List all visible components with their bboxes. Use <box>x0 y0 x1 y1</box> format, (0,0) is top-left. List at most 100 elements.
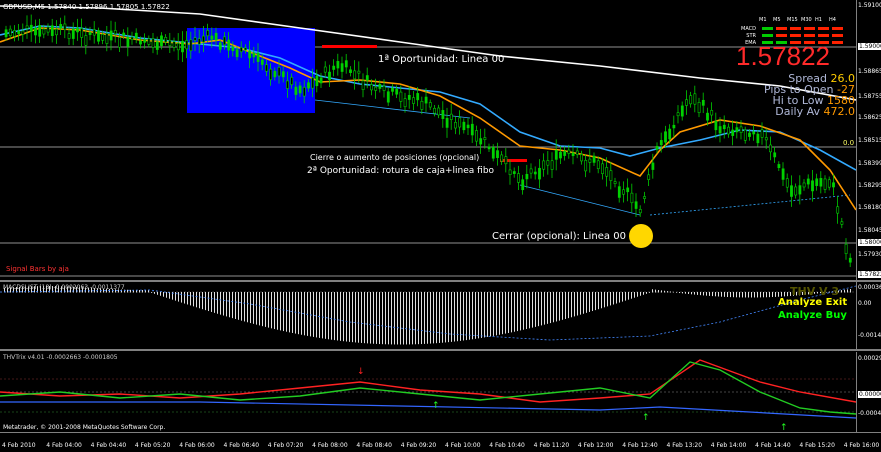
candle-body <box>655 145 659 150</box>
candle-body <box>50 25 54 36</box>
analyze-exit-label: Analyze Exit <box>778 297 848 308</box>
time-axis-label: 4 Feb 14:00 <box>710 442 747 449</box>
candle-body <box>517 173 520 183</box>
macd-bar <box>538 292 539 327</box>
macd-bar <box>625 292 626 301</box>
macd-bar <box>706 292 707 296</box>
macd-bar <box>412 292 413 345</box>
candle-body <box>319 77 323 84</box>
macd-bar <box>376 292 377 344</box>
main-chart-pane[interactable]: GBPUSD,M5 1.57840 1.57896 1.57805 1.5782… <box>0 0 881 280</box>
macd-bar <box>160 292 161 296</box>
macd-bar <box>427 292 428 344</box>
macd-bar <box>673 291 674 293</box>
macd-bar <box>394 292 395 345</box>
macd-bar <box>679 292 680 294</box>
macd-bar <box>550 292 551 324</box>
candle-body <box>63 23 67 30</box>
time-axis-label: 4 Feb 06:40 <box>223 442 260 449</box>
candle-body <box>147 38 151 45</box>
candle-body <box>193 37 197 41</box>
macd-bar <box>229 292 230 318</box>
candle-body <box>449 113 453 120</box>
candle-body <box>672 124 676 129</box>
macd-bar <box>487 292 488 337</box>
candle-body <box>29 24 33 32</box>
candle-body <box>353 70 357 80</box>
price-axis-label: -0.00149 <box>858 332 881 339</box>
macd-bar <box>199 292 200 309</box>
annotation-close-optional: Cerrar (opcional): Linea 00 <box>492 231 626 242</box>
candle-body <box>336 61 340 69</box>
macd-bar <box>850 289 851 293</box>
macd-bar <box>448 292 449 343</box>
candle-body <box>626 187 630 193</box>
price-axis[interactable]: 1.59100 1.59000 1.58865 1.58755 1.58625 1.585… <box>856 0 881 280</box>
macd-pane[interactable]: MACDSLIST (18) -0.0002063 -0.0011377 THV… <box>0 282 881 349</box>
macd-bar <box>436 292 437 344</box>
trix-lines[interactable]: ↓ ↑ ↑ ↑ <box>0 352 856 432</box>
time-axis[interactable]: 4 Feb 2010 4 Feb 04:00 4 Feb 04:40 4 Feb 05… <box>0 432 881 452</box>
macd-bar <box>565 292 566 319</box>
candle-body <box>403 98 407 108</box>
macd-bar <box>253 292 254 324</box>
macd-bar <box>571 292 572 318</box>
candle-body <box>172 41 176 48</box>
candle-body <box>168 39 172 46</box>
macd-bar <box>772 292 773 298</box>
candle-body <box>416 93 420 101</box>
candle-body <box>227 39 231 51</box>
timeframe-label: M30 <box>801 17 812 23</box>
macd-bar <box>775 292 776 297</box>
trix-pane[interactable]: ↓ ↑ ↑ ↑ THVTrix v4.01 -0.0002663 -0.0001805… <box>0 352 881 432</box>
price-axis-label: 1.58180 <box>858 204 881 211</box>
signal-row: STR <box>726 32 844 39</box>
macd-bar <box>286 292 287 332</box>
macd-bar <box>502 292 503 335</box>
macd-axis[interactable]: 0.00036 0.00 -0.00149 <box>856 282 881 349</box>
candle-body <box>386 91 390 103</box>
buy-arrow: ↑ <box>642 413 650 423</box>
macd-bar <box>238 292 239 320</box>
macd-bar <box>352 292 353 343</box>
macd-bar <box>583 292 584 314</box>
candle-body <box>84 35 88 46</box>
candle-body <box>840 221 844 225</box>
macd-bar <box>184 292 185 304</box>
macd-bar <box>634 292 635 298</box>
signal-marker-red <box>322 45 377 48</box>
candle-body <box>781 168 785 180</box>
macd-bar <box>748 292 749 298</box>
candle-body <box>718 126 722 134</box>
macd-bar <box>490 292 491 337</box>
macd-bar <box>382 292 383 345</box>
macd-bar <box>580 292 581 315</box>
signal-led <box>761 34 773 37</box>
candle-body <box>550 160 554 170</box>
macd-bar <box>613 292 614 305</box>
candle-body <box>676 112 680 117</box>
candle-body <box>680 105 684 117</box>
trix-axis[interactable]: 0.00029 0.00000 -0.00044 <box>856 352 881 432</box>
pane-separator[interactable] <box>0 349 881 351</box>
macd-bar <box>715 292 716 297</box>
candle-body <box>580 154 583 162</box>
candle-body <box>752 131 756 135</box>
timeframe-label: H1 <box>815 17 822 23</box>
candle-body <box>848 257 852 263</box>
macd-bar <box>130 289 131 293</box>
price-axis-label: 0.00029 <box>858 355 881 362</box>
macd-bar <box>616 292 617 304</box>
signal-marker-red <box>500 159 527 162</box>
macd-header: MACDSLIST (18) -0.0002063 -0.0011377 <box>3 284 125 291</box>
candle-body <box>731 129 735 136</box>
macd-bar <box>433 292 434 344</box>
candle-body <box>101 34 105 41</box>
macd-histogram[interactable] <box>0 282 856 349</box>
candle-body <box>332 65 336 70</box>
macd-bar <box>517 292 518 332</box>
candle-body <box>160 35 163 47</box>
macd-bar <box>166 292 167 298</box>
annotation-opportunity-2: 2ª Oportunidad: rotura de caja+linea fib… <box>307 166 495 176</box>
candle-body <box>92 29 96 36</box>
